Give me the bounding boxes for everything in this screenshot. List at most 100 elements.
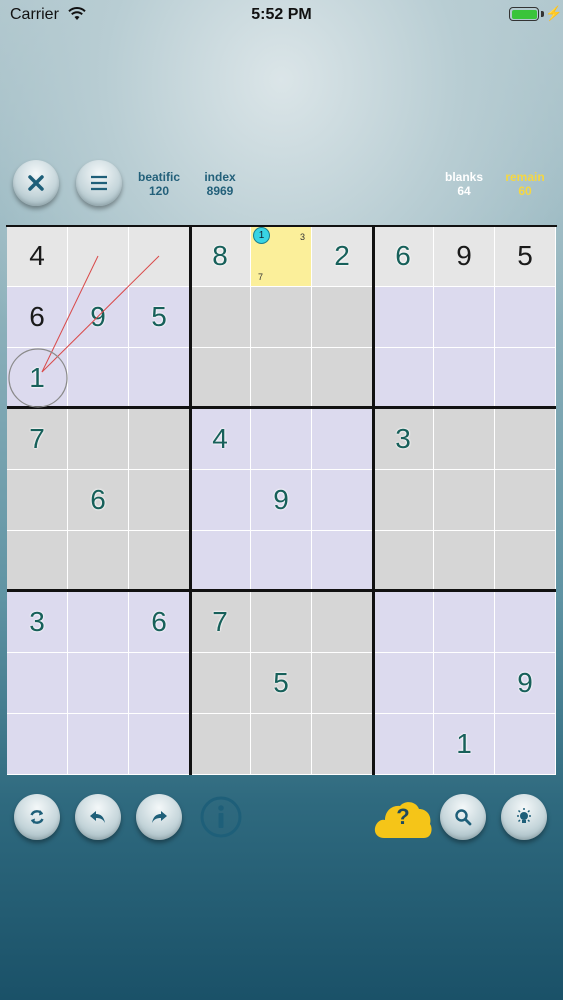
- light-button[interactable]: [501, 794, 547, 840]
- sudoku-cell[interactable]: 5: [251, 653, 312, 714]
- sudoku-cell[interactable]: 3: [7, 592, 68, 653]
- sudoku-cell[interactable]: [312, 714, 373, 775]
- sudoku-cell[interactable]: 1: [7, 348, 68, 409]
- sudoku-cell[interactable]: [7, 470, 68, 531]
- sudoku-cell[interactable]: [312, 348, 373, 409]
- sudoku-cell[interactable]: [434, 348, 495, 409]
- sudoku-cell[interactable]: [312, 409, 373, 470]
- undo-button[interactable]: [75, 794, 121, 840]
- sudoku-cell[interactable]: [373, 348, 434, 409]
- sudoku-cell[interactable]: [190, 531, 251, 592]
- sudoku-cell[interactable]: [251, 409, 312, 470]
- sudoku-cell[interactable]: [495, 409, 556, 470]
- search-button[interactable]: [440, 794, 486, 840]
- sudoku-cell[interactable]: 8: [190, 226, 251, 287]
- sudoku-cell[interactable]: [251, 592, 312, 653]
- sudoku-cell[interactable]: [495, 287, 556, 348]
- light-icon: [517, 808, 531, 823]
- sudoku-cell[interactable]: 7: [190, 592, 251, 653]
- index-value: 8969: [206, 184, 234, 198]
- battery-tip: [541, 11, 544, 17]
- cell-value: 3: [29, 606, 45, 637]
- sudoku-cell[interactable]: [129, 714, 190, 775]
- sudoku-cell[interactable]: 9: [68, 287, 129, 348]
- sudoku-cell[interactable]: [251, 287, 312, 348]
- sudoku-cell[interactable]: [434, 653, 495, 714]
- sudoku-cell[interactable]: [129, 470, 190, 531]
- hint-label: ?: [396, 804, 410, 829]
- cell-value: 7: [212, 606, 228, 637]
- sudoku-cell[interactable]: [373, 653, 434, 714]
- sudoku-cell[interactable]: [495, 531, 556, 592]
- redo-button[interactable]: [136, 794, 182, 840]
- sudoku-cell[interactable]: [7, 653, 68, 714]
- sudoku-cell[interactable]: [68, 409, 129, 470]
- sudoku-cell[interactable]: [434, 592, 495, 653]
- sudoku-cell[interactable]: [312, 592, 373, 653]
- cell-value: 6: [395, 240, 411, 271]
- sudoku-cell[interactable]: [373, 531, 434, 592]
- sudoku-cell[interactable]: [312, 470, 373, 531]
- sudoku-cell[interactable]: [434, 531, 495, 592]
- sudoku-cell[interactable]: [495, 714, 556, 775]
- sudoku-cell[interactable]: [495, 470, 556, 531]
- refresh-button[interactable]: [14, 794, 60, 840]
- sudoku-cell[interactable]: 4: [7, 226, 68, 287]
- sudoku-cell[interactable]: [68, 348, 129, 409]
- sudoku-cell[interactable]: 6: [373, 226, 434, 287]
- sudoku-cell[interactable]: [129, 531, 190, 592]
- info-button[interactable]: [199, 795, 243, 839]
- sudoku-cell[interactable]: 3: [373, 409, 434, 470]
- sudoku-cell[interactable]: [68, 226, 129, 287]
- sudoku-cell[interactable]: [7, 531, 68, 592]
- sudoku-cell[interactable]: 1: [434, 714, 495, 775]
- sudoku-cell[interactable]: [312, 287, 373, 348]
- sudoku-cell[interactable]: 6: [129, 592, 190, 653]
- sudoku-cell[interactable]: 9: [434, 226, 495, 287]
- sudoku-cell[interactable]: 6: [7, 287, 68, 348]
- menu-button[interactable]: [76, 160, 122, 206]
- sudoku-cell[interactable]: [373, 592, 434, 653]
- sudoku-cell[interactable]: [190, 348, 251, 409]
- sudoku-cell[interactable]: [251, 348, 312, 409]
- sudoku-cell[interactable]: 1 3 7: [251, 226, 312, 287]
- sudoku-cell[interactable]: [129, 348, 190, 409]
- difficulty-value: 120: [148, 184, 170, 198]
- sudoku-cell[interactable]: [373, 287, 434, 348]
- sudoku-cell[interactable]: [251, 714, 312, 775]
- sudoku-cell[interactable]: [7, 714, 68, 775]
- sudoku-cell[interactable]: [312, 653, 373, 714]
- sudoku-cell[interactable]: 2: [312, 226, 373, 287]
- sudoku-cell[interactable]: 9: [495, 653, 556, 714]
- sudoku-cell[interactable]: [251, 531, 312, 592]
- sudoku-cell[interactable]: [190, 470, 251, 531]
- sudoku-cell[interactable]: [495, 592, 556, 653]
- battery-icon: [509, 7, 539, 21]
- sudoku-cell[interactable]: [495, 348, 556, 409]
- sudoku-cell[interactable]: [312, 531, 373, 592]
- sudoku-cell[interactable]: [373, 714, 434, 775]
- sudoku-cell[interactable]: 4: [190, 409, 251, 470]
- sudoku-cell[interactable]: 5: [129, 287, 190, 348]
- sudoku-cell[interactable]: [129, 653, 190, 714]
- sudoku-cell[interactable]: [434, 409, 495, 470]
- sudoku-cell[interactable]: 6: [68, 470, 129, 531]
- sudoku-cell[interactable]: [373, 470, 434, 531]
- sudoku-cell[interactable]: 5: [495, 226, 556, 287]
- sudoku-cell[interactable]: [68, 653, 129, 714]
- sudoku-cell[interactable]: [68, 714, 129, 775]
- sudoku-cell[interactable]: [68, 531, 129, 592]
- hint-button[interactable]: ?: [372, 796, 434, 840]
- sudoku-cell[interactable]: [129, 409, 190, 470]
- sudoku-cell[interactable]: 9: [251, 470, 312, 531]
- sudoku-cell[interactable]: [190, 714, 251, 775]
- sudoku-cell[interactable]: [434, 470, 495, 531]
- sudoku-cell[interactable]: [190, 287, 251, 348]
- remain-label: remain: [505, 170, 545, 184]
- close-button[interactable]: [13, 160, 59, 206]
- sudoku-cell[interactable]: [190, 653, 251, 714]
- sudoku-cell[interactable]: [68, 592, 129, 653]
- sudoku-cell[interactable]: 7: [7, 409, 68, 470]
- sudoku-cell[interactable]: [434, 287, 495, 348]
- sudoku-cell[interactable]: [129, 226, 190, 287]
